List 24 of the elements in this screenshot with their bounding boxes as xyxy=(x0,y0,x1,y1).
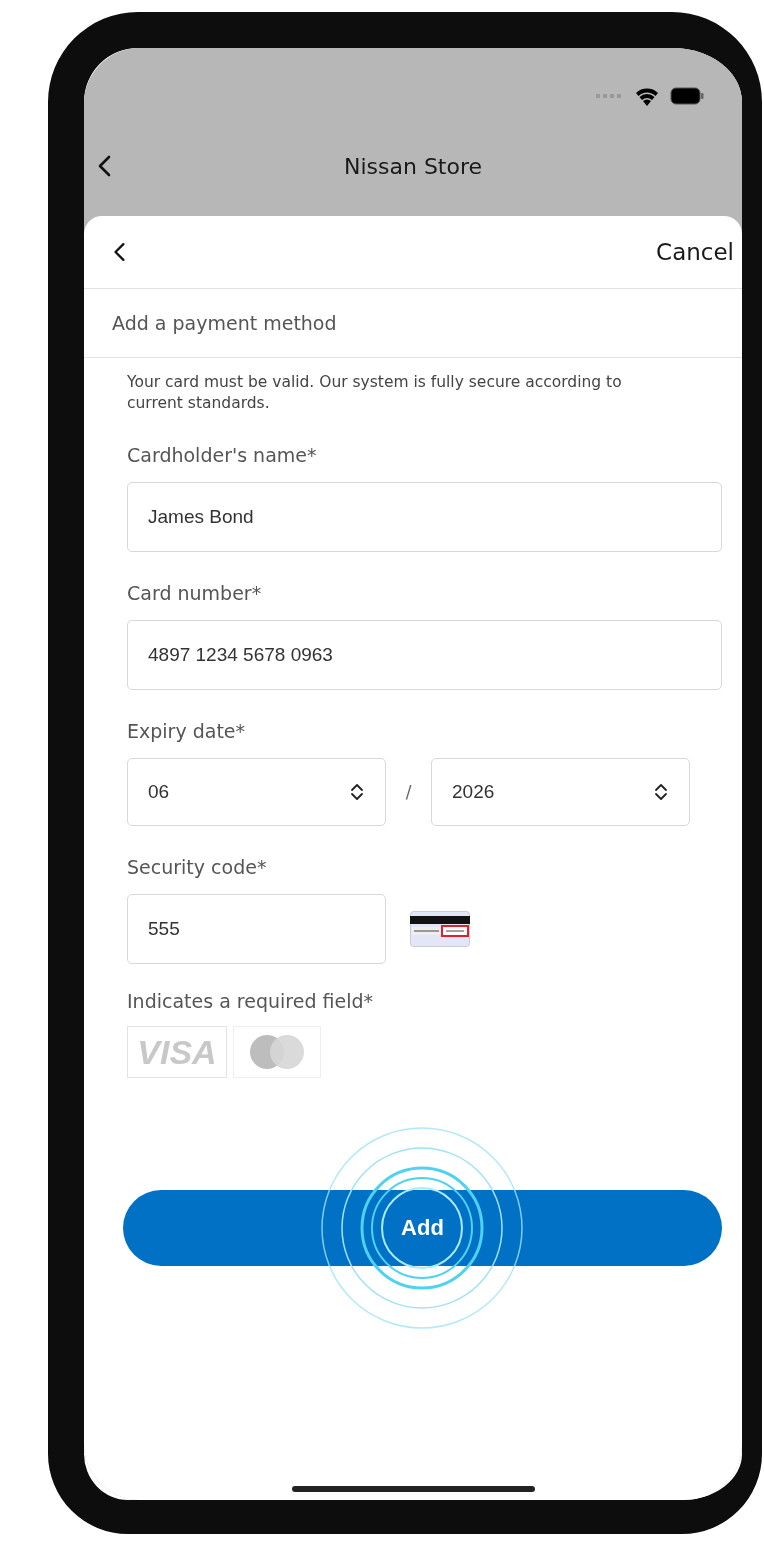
input-field[interactable]: 4897 1234 5678 0963 xyxy=(127,620,722,690)
date-separator: / xyxy=(404,782,413,802)
required-note: Indicates a required field* xyxy=(127,990,374,1012)
wifi-icon xyxy=(634,86,660,106)
up-down-icon xyxy=(349,783,365,801)
input-field[interactable]: James Bond xyxy=(127,482,722,552)
add-button[interactable]: Add xyxy=(123,1190,722,1266)
back-icon xyxy=(96,154,112,178)
screen-title: Nissan Store xyxy=(343,153,483,179)
up-down-icon xyxy=(653,783,669,801)
cancel-button[interactable]: Cancel xyxy=(656,235,734,269)
field-label: Security code* xyxy=(127,856,268,878)
battery-icon xyxy=(670,87,704,105)
year-select[interactable]: 2026 xyxy=(431,758,690,826)
security-code-card-icon xyxy=(410,911,470,947)
month-select[interactable]: 06 xyxy=(127,758,386,826)
input-field[interactable]: 555 xyxy=(127,894,386,964)
field-label: Card number* xyxy=(127,582,263,604)
field-label: Cardholder's name* xyxy=(127,444,318,466)
back-icon xyxy=(112,241,126,263)
field-label: Expiry date* xyxy=(127,720,247,742)
signal-icon xyxy=(596,93,624,99)
description-text: Your card must be valid. Our system is fully secure according to current standards. xyxy=(127,372,623,414)
sheet-heading: Add a payment method xyxy=(112,312,337,334)
